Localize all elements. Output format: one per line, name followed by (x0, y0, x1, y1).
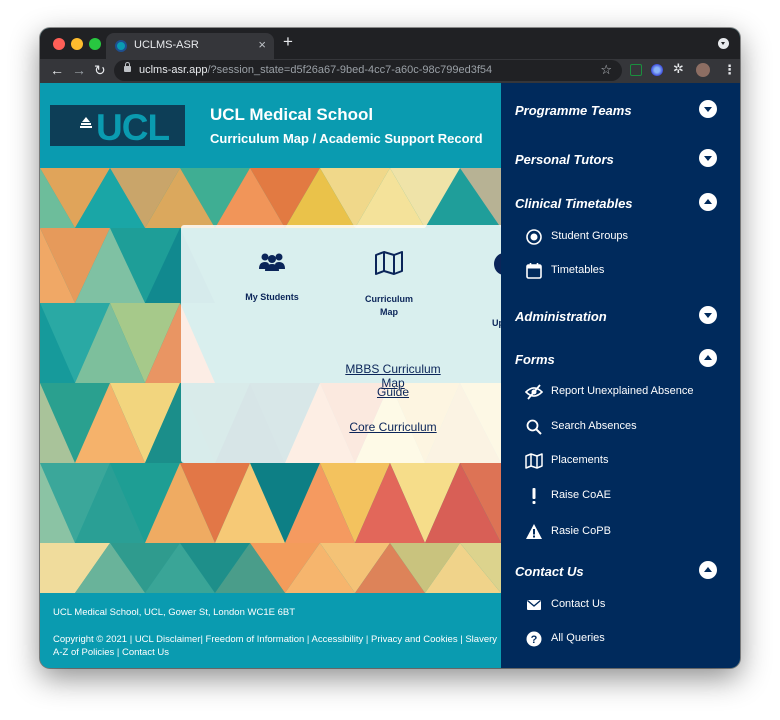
site-header: UCL UCL Medical School Curriculum Map / … (40, 83, 501, 168)
favicon-icon (115, 40, 127, 52)
envelope-icon (527, 599, 541, 610)
browser-menu-icon[interactable]: ⋮ (723, 62, 736, 78)
sidebar-item-raise-copb[interactable]: Rasie CoPB (525, 521, 725, 543)
site-footer: UCL Medical School, UCL, Gower St, Londo… (40, 593, 501, 668)
tab-search-icon[interactable] (718, 38, 729, 49)
sidebar-item-report-absence[interactable]: Report Unexplained Absence (525, 381, 725, 403)
sidebar-item-label: Rasie CoPB (551, 525, 611, 537)
section-personal-tutors[interactable]: Personal Tutors (515, 152, 614, 167)
chevron-down-icon[interactable] (699, 306, 717, 324)
section-forms[interactable]: Forms (515, 352, 555, 367)
calendar-icon (526, 263, 542, 279)
question-circle-icon: ? (526, 631, 542, 647)
page-content: UCL UCL Medical School Curriculum Map / … (40, 83, 740, 668)
footer-links-line[interactable]: A-Z of Policies | Contact Us (53, 647, 169, 658)
chevron-up-icon[interactable] (699, 349, 717, 367)
back-button[interactable]: ← (50, 62, 64, 78)
bookmark-star-icon[interactable]: ☆ (600, 62, 612, 78)
chevron-down-icon[interactable] (699, 100, 717, 118)
link-text: Guide (376, 385, 410, 399)
section-contact-us[interactable]: Contact Us (515, 564, 584, 579)
sidebar-item-label: Contact Us (551, 598, 606, 610)
sidebar-item-label: Raise CoAE (551, 489, 611, 501)
tab-close-icon[interactable]: × (258, 37, 266, 52)
footer-address: UCL Medical School, UCL, Gower St, Londo… (53, 607, 295, 618)
chevron-up-icon[interactable] (699, 561, 717, 579)
sidebar-item-label: Student Groups (551, 230, 629, 242)
sidebar-item-all-queries[interactable]: ? All Queries (525, 628, 725, 650)
extension-icon[interactable] (651, 64, 663, 76)
eye-slash-icon (525, 384, 543, 400)
sidebar-item-raise-coae[interactable]: Raise CoAE (525, 485, 725, 507)
sidebar-item-label: Timetables (551, 264, 605, 276)
sidebar-item-contact-us[interactable]: Contact Us (525, 594, 725, 616)
core-curriculum-link[interactable]: Core Curriculum (333, 420, 453, 434)
reload-button[interactable]: ↻ (94, 62, 106, 79)
tile-label: Curriculum Map (344, 293, 434, 319)
sidebar-menu: Programme Teams Personal Tutors Clinical… (501, 83, 740, 668)
browser-toolbar: ← → ↻ uclms-asr.app/?session_state=d5f26… (40, 59, 740, 83)
map-icon (375, 251, 403, 275)
chevron-down-icon[interactable] (699, 149, 717, 167)
forward-button[interactable]: → (72, 62, 86, 78)
lock-icon (124, 62, 131, 72)
minimize-window-button[interactable] (71, 38, 83, 50)
section-clinical-timetables[interactable]: Clinical Timetables (515, 196, 633, 211)
users-icon (259, 253, 285, 271)
my-students-tile[interactable]: My Students (227, 251, 317, 304)
extension-icon[interactable] (630, 64, 642, 76)
url-path: /?session_state=d5f26a67-9bed-4cc7-a60c-… (207, 64, 493, 76)
profile-avatar[interactable] (696, 63, 710, 77)
tab-title: UCLMS-ASR (134, 39, 199, 51)
tile-label-line: Map (380, 307, 398, 317)
tile-label-line: Curriculum (364, 294, 413, 304)
chevron-up-icon[interactable] (699, 193, 717, 211)
sidebar-item-timetables[interactable]: Timetables (525, 260, 725, 282)
tab-bar: UCLMS-ASR × + (40, 28, 740, 59)
ucl-logo[interactable]: UCL (50, 105, 185, 148)
quick-links-card: My Students Curriculum Map Up MBBS Curric… (181, 225, 521, 463)
curriculum-map-tile[interactable]: Curriculum Map (344, 251, 434, 319)
sidebar-item-placements[interactable]: Placements (525, 450, 725, 472)
sidebar-item-label: Placements (551, 454, 609, 466)
browser-window: UCLMS-ASR × + ← → ↻ uclms-asr.app/?sessi… (40, 28, 740, 668)
search-icon (526, 419, 542, 435)
page-title: UCL Medical School (210, 105, 374, 124)
page-subtitle: Curriculum Map / Academic Support Record (210, 131, 483, 146)
logo-text: UCL (96, 107, 170, 148)
section-programme-teams[interactable]: Programme Teams (515, 103, 632, 118)
map-icon (525, 453, 543, 469)
footer-links-line[interactable]: Copyright © 2021 | UCL Disclaimer| Freed… (53, 634, 497, 645)
new-tab-button[interactable]: + (283, 32, 293, 52)
sidebar-item-student-groups[interactable]: Student Groups (525, 226, 725, 248)
radio-target-icon (526, 229, 542, 245)
sidebar-item-search-absences[interactable]: Search Absences (525, 416, 725, 438)
address-bar[interactable]: uclms-asr.app/?session_state=d5f26a67-9b… (114, 60, 622, 81)
svg-text:?: ? (531, 634, 538, 646)
url-text: uclms-asr.app/?session_state=d5f26a67-9b… (139, 64, 492, 76)
footer-links[interactable]: Copyright © 2021 | UCL Disclaimer| Freed… (53, 633, 513, 659)
browser-tab[interactable]: UCLMS-ASR × (106, 33, 274, 59)
portico-dome-icon (80, 117, 92, 128)
section-administration[interactable]: Administration (515, 309, 607, 324)
warning-icon (526, 524, 542, 539)
maximize-window-button[interactable] (89, 38, 101, 50)
sidebar-item-label: Report Unexplained Absence (551, 385, 694, 397)
exclamation-icon (532, 488, 536, 504)
sidebar-item-label: All Queries (551, 632, 605, 644)
tile-label: My Students (245, 292, 299, 302)
close-window-button[interactable] (53, 38, 65, 50)
url-host: uclms-asr.app (139, 64, 208, 76)
curriculum-guide-link-cont[interactable]: Guide (333, 385, 453, 399)
puzzle-extensions-icon[interactable]: ✲ (673, 61, 684, 77)
sidebar-item-label: Search Absences (551, 420, 637, 432)
